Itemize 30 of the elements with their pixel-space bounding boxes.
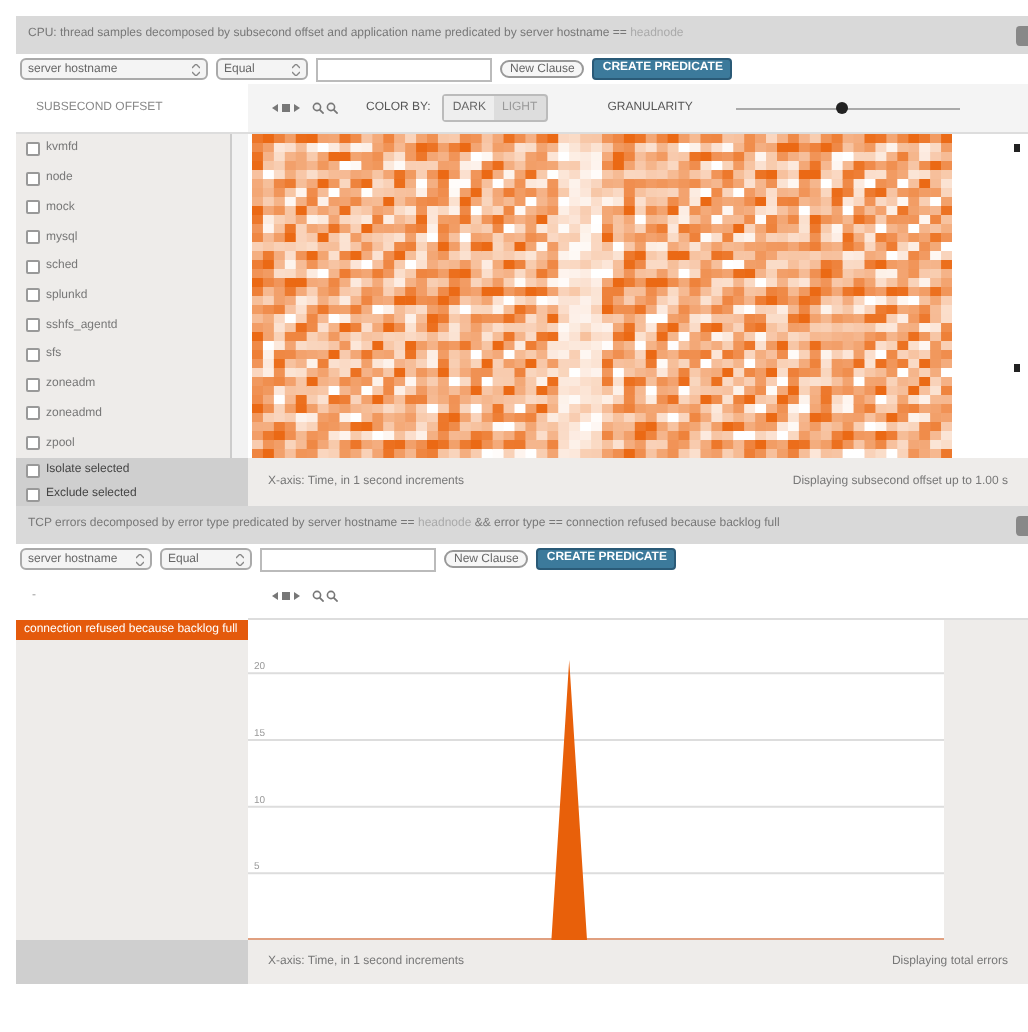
checkbox[interactable] xyxy=(26,487,40,501)
value-field[interactable] xyxy=(260,547,436,571)
checkbox[interactable] xyxy=(26,259,40,274)
pan-arrows-icon[interactable] xyxy=(272,590,300,602)
scrollbar[interactable] xyxy=(230,134,248,458)
checkbox[interactable] xyxy=(26,200,40,215)
scroll-marker xyxy=(1014,144,1020,152)
checkbox[interactable] xyxy=(26,347,40,362)
updown-arrows-icon xyxy=(292,63,300,75)
checkbox[interactable] xyxy=(26,406,40,421)
scroll-marker xyxy=(1014,364,1020,372)
checkbox[interactable] xyxy=(26,141,40,156)
zoom-out-icon[interactable] xyxy=(326,102,338,114)
zoom-out-icon[interactable] xyxy=(326,590,338,602)
panel-close-tab[interactable] xyxy=(1016,26,1028,46)
updown-arrows-icon xyxy=(236,553,244,565)
updown-arrows-icon xyxy=(192,63,200,75)
updown-arrows-icon xyxy=(136,553,144,565)
checkbox[interactable] xyxy=(26,318,40,333)
checkbox[interactable] xyxy=(26,230,40,245)
checkbox[interactable] xyxy=(26,463,40,477)
checkbox[interactable] xyxy=(26,377,40,392)
value-field[interactable] xyxy=(316,57,492,81)
checkbox[interactable] xyxy=(26,288,40,303)
checkbox[interactable] xyxy=(26,436,40,451)
panel-close-tab[interactable] xyxy=(1016,516,1028,536)
zoom-in-icon[interactable] xyxy=(312,590,324,602)
pan-arrows-icon[interactable] xyxy=(272,102,300,114)
checkbox[interactable] xyxy=(26,171,40,186)
zoom-in-icon[interactable] xyxy=(312,102,324,114)
